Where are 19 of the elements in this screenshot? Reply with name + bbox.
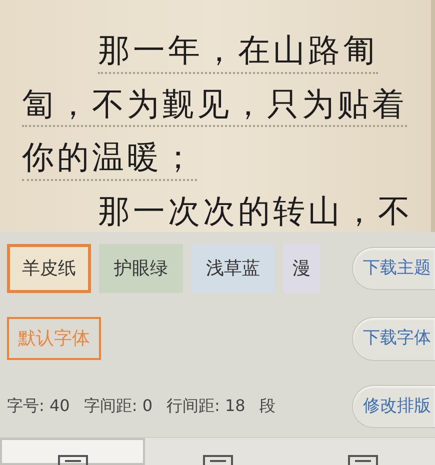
theme-tile[interactable]: 护眼绿	[99, 244, 183, 293]
edit-layout-button[interactable]: 修改排版	[352, 384, 435, 428]
theme-tile[interactable]: 羊皮纸	[7, 244, 91, 293]
text-line: 那一次次的转山，不	[98, 190, 413, 232]
layout-stat: 字间距: 0	[84, 395, 152, 418]
text-line: 你的温暖；	[22, 137, 197, 181]
document-icon	[348, 455, 378, 465]
layout-stat: 字号: 40	[7, 395, 70, 418]
document-icon	[58, 455, 88, 465]
layout-stat: 行间距: 18	[166, 395, 246, 418]
download-font-button[interactable]: 下载字体	[352, 317, 435, 360]
theme-tile[interactable]: 漫	[283, 244, 320, 293]
text-line: 那一年，在山路匍	[98, 30, 378, 74]
download-theme-button[interactable]: 下载主题	[352, 246, 435, 290]
theme-tile[interactable]: 浅草蓝	[191, 244, 275, 293]
text-line: 匐，不为觐见，只为贴着	[22, 84, 407, 128]
document-icon	[202, 455, 232, 465]
layout-stat: 段	[259, 395, 276, 418]
bottom-tab[interactable]	[0, 438, 145, 465]
